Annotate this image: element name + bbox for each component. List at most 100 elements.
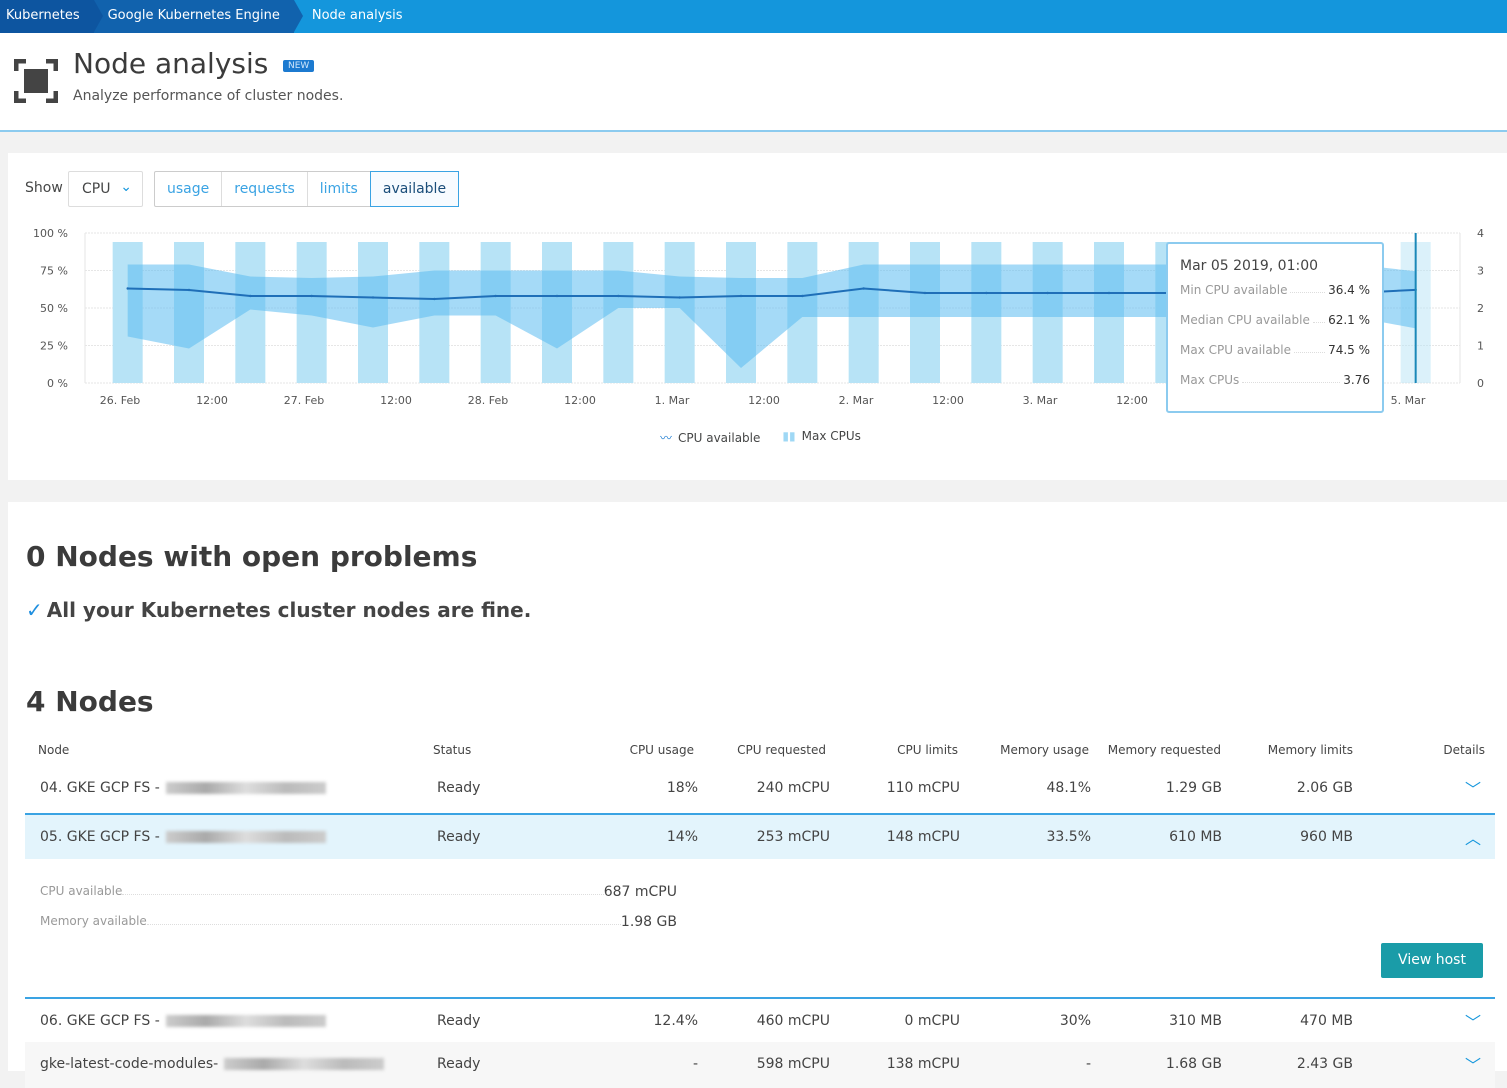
node-name-text: 06. GKE GCP FS -	[40, 1013, 160, 1029]
col-node[interactable]: Node	[38, 743, 69, 757]
cell-cpu-usage: -	[692, 1056, 698, 1072]
median-point	[862, 287, 865, 290]
chevron-up-icon[interactable]: ︿	[1465, 825, 1481, 849]
chevron-down-icon[interactable]: ﹀	[1465, 776, 1481, 800]
node-name[interactable]: 05. GKE GCP FS -	[40, 829, 326, 845]
cpu-available-value: 687 mCPU	[603, 884, 677, 900]
col-memory-usage[interactable]: Memory usage	[1000, 743, 1089, 757]
median-point	[801, 294, 804, 298]
cell-mem-limits: 2.06 GB	[1296, 780, 1353, 796]
legend-max-cpus[interactable]: ▮▮ Max CPUs	[782, 429, 861, 446]
breadcrumb-kubernetes[interactable]: Kubernetes	[0, 0, 103, 33]
x-tick-label: 28. Feb	[468, 394, 508, 407]
table-row[interactable]: gke-latest-code-modules- Ready - 598 mCPU 1…	[25, 1042, 1495, 1088]
tooltip-label: Min CPU available	[1180, 283, 1288, 297]
tooltip-row: Max CPUs 3.76	[1180, 373, 1370, 403]
tooltip-value: 3.76	[1343, 373, 1370, 387]
cell-mem-requested: 1.29 GB	[1165, 780, 1222, 796]
chart-legend: 〰 CPU available ▮▮ Max CPUs	[660, 429, 861, 446]
node-name[interactable]: gke-latest-code-modules-	[40, 1056, 385, 1072]
line-chart-icon: 〰	[660, 431, 673, 445]
median-point	[371, 296, 375, 299]
tooltip-label: Max CPUs	[1180, 373, 1240, 387]
y-tick-label: 50 %	[40, 302, 68, 315]
median-point	[187, 288, 191, 292]
cell-mem-requested: 610 MB	[1169, 829, 1222, 845]
table-row[interactable]: 04. GKE GCP FS - Ready 18% 240 mCPU 110 mCP…	[25, 766, 1495, 812]
bar-chart-icon: ▮▮	[782, 429, 796, 443]
redacted-hostname	[165, 831, 326, 843]
median-point	[310, 294, 313, 298]
cell-mem-usage: 30%	[1059, 1013, 1091, 1029]
tooltip-value: 36.4 %	[1328, 283, 1370, 297]
page-header: Node analysis NEW Analyze performance of…	[0, 33, 1507, 132]
col-cpu-usage[interactable]: CPU usage	[630, 743, 694, 757]
tooltip-row: Min CPU available 36.4 %	[1180, 283, 1370, 313]
y2-tick-label: 1	[1477, 340, 1484, 353]
node-status: Ready	[437, 1056, 481, 1072]
median-point	[617, 294, 620, 298]
col-memory-requested[interactable]: Memory requested	[1108, 743, 1221, 757]
median-point	[985, 291, 988, 295]
cell-mem-usage: -	[1085, 1056, 1091, 1072]
cell-mem-limits: 960 MB	[1300, 829, 1353, 845]
x-tick-label: 3. Mar	[1023, 394, 1058, 407]
y-tick-label: 100 %	[33, 227, 68, 240]
table-row[interactable]: 06. GKE GCP FS - Ready 12.4% 460 mCPU 0 mCP…	[25, 997, 1495, 1043]
median-point	[739, 294, 743, 298]
cell-mem-limits: 2.43 GB	[1296, 1056, 1353, 1072]
redacted-hostname	[165, 782, 326, 794]
redacted-hostname	[224, 1058, 385, 1070]
median-point	[494, 294, 497, 298]
problems-message: ✓ All your Kubernetes cluster nodes are f…	[26, 598, 531, 622]
y2-tick-label: 2	[1477, 302, 1484, 315]
breadcrumb-gke[interactable]: Google Kubernetes Engine	[93, 0, 304, 33]
x-tick-label: 12:00	[1116, 394, 1148, 407]
view-host-button[interactable]: View host	[1381, 943, 1483, 978]
tooltip-label: Max CPU available	[1180, 343, 1291, 357]
col-memory-limits[interactable]: Memory limits	[1268, 743, 1353, 757]
x-tick-label: 12:00	[932, 394, 964, 407]
checkmark-icon: ✓	[26, 598, 43, 622]
chevron-down-icon[interactable]: ﹀	[1465, 1009, 1481, 1033]
x-tick-label: 12:00	[380, 394, 412, 407]
median-point	[1046, 291, 1049, 295]
cell-cpu-requested: 460 mCPU	[756, 1013, 830, 1029]
x-tick-label: 1. Mar	[655, 394, 690, 407]
chevron-down-icon[interactable]: ﹀	[1465, 1052, 1481, 1076]
cell-mem-requested: 310 MB	[1169, 1013, 1222, 1029]
node-name[interactable]: 06. GKE GCP FS -	[40, 1013, 326, 1029]
node-name-text: gke-latest-code-modules-	[40, 1056, 219, 1072]
node-icon	[14, 59, 58, 103]
y2-tick-label: 4	[1477, 227, 1484, 240]
cell-cpu-limits: 0 mCPU	[904, 1013, 960, 1029]
x-tick-label: 12:00	[196, 394, 228, 407]
tooltip-value: 74.5 %	[1328, 343, 1370, 357]
tooltip-row: Max CPU available 74.5 %	[1180, 343, 1370, 373]
col-cpu-requested[interactable]: CPU requested	[737, 743, 826, 757]
y-tick-label: 75 %	[40, 265, 68, 278]
median-point	[923, 291, 927, 295]
y2-tick-label: 0	[1477, 377, 1484, 390]
x-tick-label: 5. Mar	[1391, 394, 1426, 407]
col-cpu-limits[interactable]: CPU limits	[897, 743, 958, 757]
cell-mem-limits: 470 MB	[1300, 1013, 1353, 1029]
tooltip-row: Median CPU available 62.1 %	[1180, 313, 1370, 343]
legend-label: Max CPUs	[801, 429, 861, 443]
cell-cpu-requested: 240 mCPU	[756, 780, 830, 796]
cell-cpu-limits: 138 mCPU	[886, 1056, 960, 1072]
memory-available-label: Memory available	[40, 914, 147, 928]
x-tick-label: 12:00	[748, 394, 780, 407]
median-point	[126, 287, 129, 290]
cell-cpu-usage: 14%	[666, 829, 698, 845]
cell-cpu-usage: 18%	[666, 780, 698, 796]
col-status[interactable]: Status	[433, 743, 471, 757]
median-point	[678, 296, 681, 299]
table-row[interactable]: 05. GKE GCP FS - Ready 14% 253 mCPU 148 mCP…	[25, 813, 1495, 859]
page-title: Node analysis	[73, 47, 269, 80]
node-name[interactable]: 04. GKE GCP FS -	[40, 780, 326, 796]
x-tick-label: 27. Feb	[284, 394, 324, 407]
y-tick-label: 25 %	[40, 340, 68, 353]
tooltip-title: Mar 05 2019, 01:00	[1180, 258, 1319, 274]
legend-cpu-available[interactable]: 〰 CPU available	[660, 429, 760, 446]
